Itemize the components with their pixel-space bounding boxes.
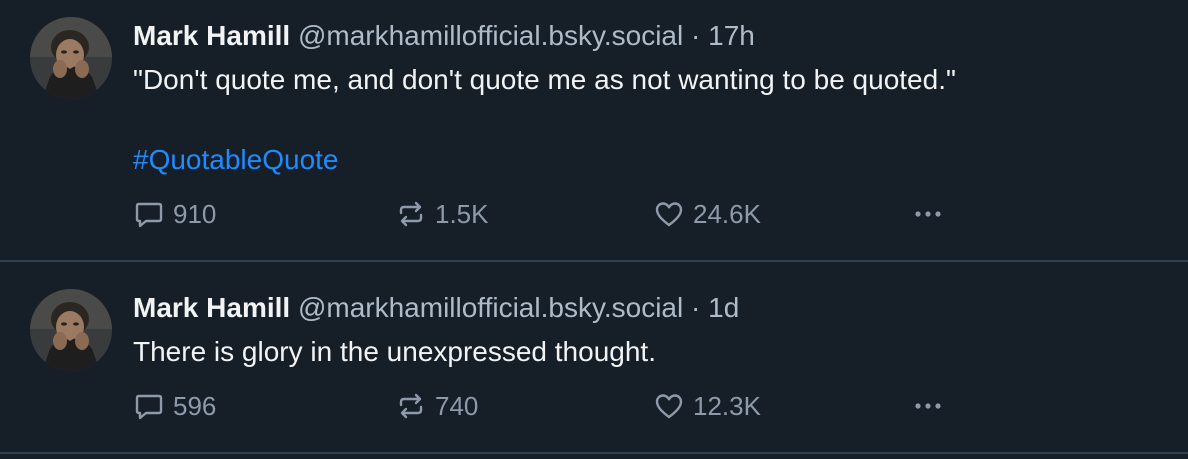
reply-button[interactable]: 910 [133, 198, 216, 230]
post-content: Mark Hamill @markhamillofficial.bsky.soc… [133, 290, 1168, 370]
repost-arrows-icon [399, 393, 423, 419]
avatar-photo [30, 17, 112, 99]
header-separator: · [691, 292, 701, 323]
repost-count: 1.5K [435, 199, 489, 229]
repost-button[interactable]: 1.5K [395, 198, 489, 230]
author-handle[interactable]: @markhamillofficial.bsky.social [298, 20, 683, 51]
ellipsis-icon [915, 211, 941, 217]
reply-button[interactable]: 596 [133, 390, 216, 422]
speech-bubble-icon [135, 394, 163, 420]
post-header: Mark Hamill @markhamillofficial.bsky.soc… [133, 290, 1168, 326]
author-name[interactable]: Mark Hamill [133, 20, 290, 51]
hashtag-link[interactable]: #QuotableQuote [133, 142, 1168, 178]
author-name[interactable]: Mark Hamill [133, 292, 290, 323]
repost-arrows-icon [399, 201, 423, 227]
repost-button[interactable]: 740 [395, 390, 478, 422]
post-content: Mark Hamill @markhamillofficial.bsky.soc… [133, 18, 1168, 178]
post-item[interactable]: Mark Hamill @markhamillofficial.bsky.soc… [0, 0, 1188, 261]
post-actions: 910 1.5K 24.6K [133, 198, 953, 230]
ellipsis-icon [915, 403, 941, 409]
author-handle[interactable]: @markhamillofficial.bsky.social [298, 292, 683, 323]
post-text: "Don't quote me, and don't quote me as n… [133, 64, 956, 95]
like-button[interactable]: 12.3K [653, 390, 761, 422]
post-divider [0, 452, 1188, 454]
like-count: 24.6K [693, 199, 761, 229]
post-text: There is glory in the unexpressed though… [133, 336, 656, 367]
like-button[interactable]: 24.6K [653, 198, 761, 230]
heart-icon [655, 202, 683, 227]
more-options-button[interactable] [911, 390, 947, 422]
header-separator: · [691, 20, 701, 51]
post-timestamp[interactable]: 1d [708, 292, 739, 323]
reply-count: 596 [173, 391, 217, 421]
repost-count: 740 [435, 391, 479, 421]
like-count: 12.3K [693, 391, 761, 421]
speech-bubble-icon [135, 202, 163, 228]
avatar[interactable] [30, 17, 112, 99]
post-feed: Mark Hamill @markhamillofficial.bsky.soc… [0, 0, 1188, 459]
heart-icon [655, 394, 683, 419]
post-timestamp[interactable]: 17h [708, 20, 755, 51]
reply-count: 910 [173, 199, 217, 229]
post-actions: 596 740 12.3K [133, 390, 953, 422]
avatar-photo [30, 289, 112, 371]
post-item[interactable]: Mark Hamill @markhamillofficial.bsky.soc… [0, 262, 1188, 452]
post-header: Mark Hamill @markhamillofficial.bsky.soc… [133, 18, 1168, 54]
avatar[interactable] [30, 289, 112, 371]
more-options-button[interactable] [911, 198, 947, 230]
